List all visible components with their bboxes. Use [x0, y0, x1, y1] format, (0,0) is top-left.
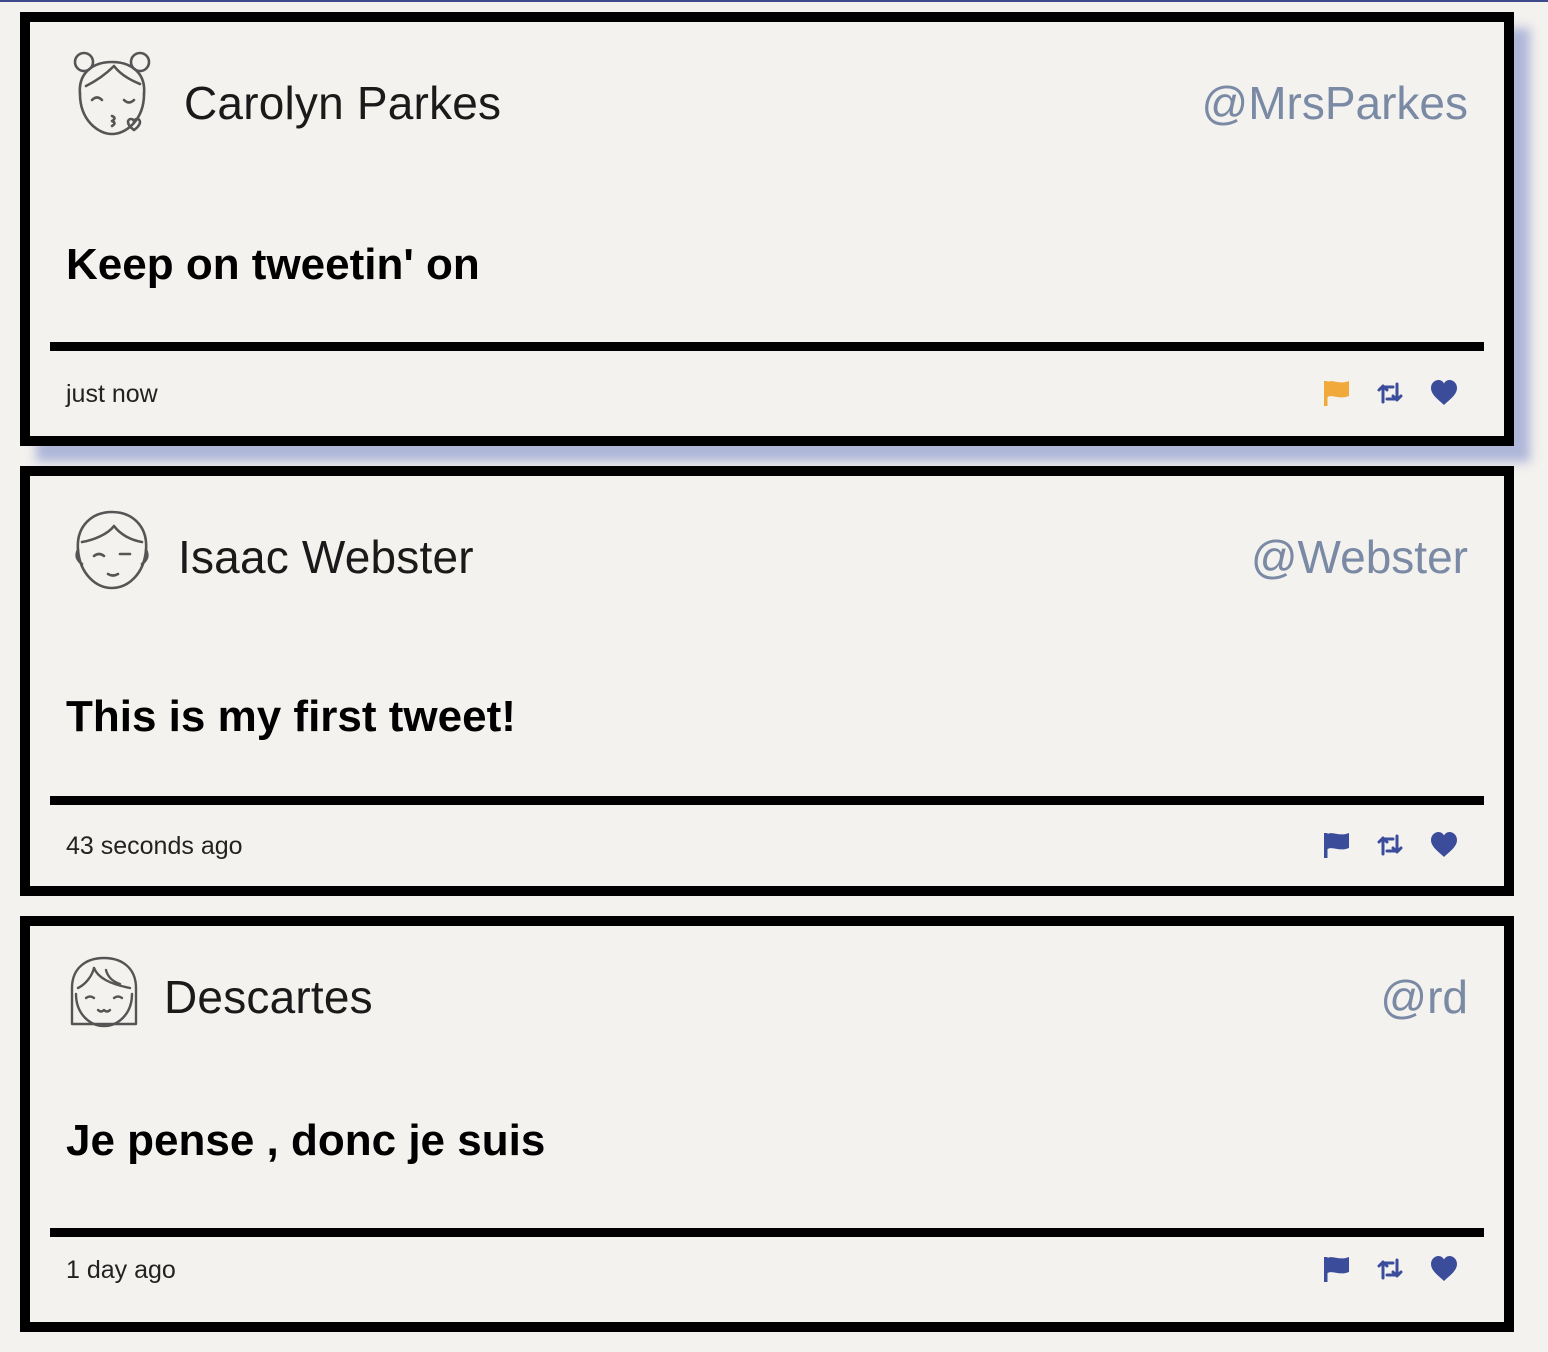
timestamp: just now	[66, 380, 158, 408]
tweet-actions	[1320, 829, 1460, 861]
user-handle[interactable]: @rd	[1380, 974, 1468, 1020]
tweet-card: Descartes @rd Je pense , donc je suis 1 …	[20, 916, 1514, 1332]
tweet-header: Isaac Webster @Webster	[30, 476, 1504, 596]
tweet-card: Isaac Webster @Webster This is my first …	[20, 466, 1514, 896]
retweet-icon[interactable]	[1374, 1253, 1406, 1285]
retweet-icon[interactable]	[1374, 377, 1406, 409]
girl-bangs-avatar-icon	[66, 954, 142, 1030]
top-border	[0, 0, 1548, 2]
timestamp: 1 day ago	[66, 1256, 176, 1284]
tweet-text: Keep on tweetin' on	[66, 240, 480, 289]
tweet-text: This is my first tweet!	[66, 692, 516, 741]
tweet-actions	[1320, 1253, 1460, 1285]
heart-icon[interactable]	[1428, 1253, 1460, 1285]
tweet-divider	[50, 342, 1484, 351]
tweet-divider	[50, 1228, 1484, 1237]
heart-icon[interactable]	[1428, 829, 1460, 861]
girl-buns-kiss-avatar-icon	[68, 50, 156, 138]
user-handle[interactable]: @Webster	[1251, 534, 1468, 580]
user-handle[interactable]: @MrsParkes	[1202, 80, 1469, 126]
flag-icon[interactable]	[1320, 377, 1352, 409]
flag-icon[interactable]	[1320, 829, 1352, 861]
tweet-card: Carolyn Parkes @MrsParkes Keep on tweeti…	[20, 12, 1514, 446]
display-name: Carolyn Parkes	[184, 77, 502, 129]
boy-avatar-icon	[68, 504, 156, 592]
heart-icon[interactable]	[1428, 377, 1460, 409]
flag-icon[interactable]	[1320, 1253, 1352, 1285]
tweet-feed: Carolyn Parkes @MrsParkes Keep on tweeti…	[20, 12, 1514, 1352]
tweet-header: Carolyn Parkes @MrsParkes	[30, 22, 1504, 142]
tweet-actions	[1320, 377, 1460, 409]
tweet-header: Descartes @rd	[30, 926, 1504, 1036]
tweet-divider	[50, 796, 1484, 805]
timestamp: 43 seconds ago	[66, 832, 243, 860]
display-name: Descartes	[164, 971, 373, 1023]
retweet-icon[interactable]	[1374, 829, 1406, 861]
display-name: Isaac Webster	[178, 531, 474, 583]
tweet-text: Je pense , donc je suis	[66, 1116, 546, 1165]
